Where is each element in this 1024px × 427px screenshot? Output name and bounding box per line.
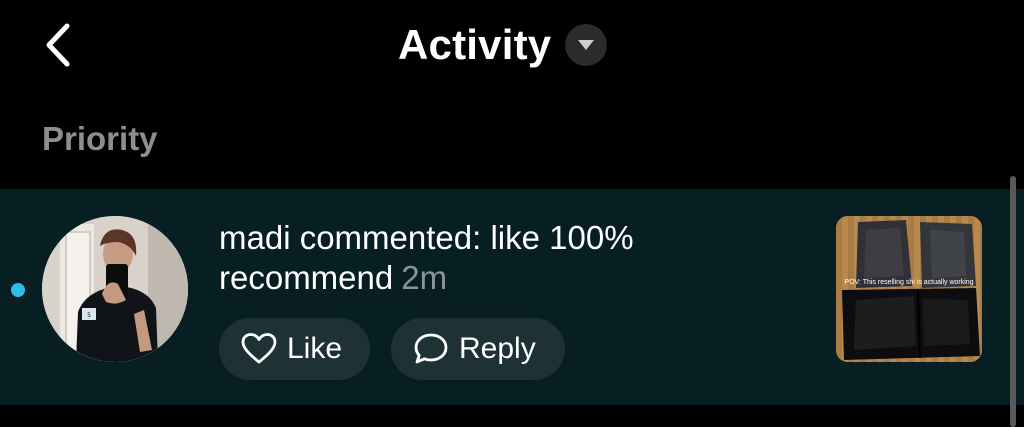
caret-down-icon [578, 40, 595, 50]
thumbnail-caption: POV: This reselling shi is actually work… [844, 279, 974, 286]
post-thumbnail-image [836, 216, 982, 362]
activity-screen: Activity Priority 5 madi commented: like… [0, 0, 1024, 427]
unread-indicator [11, 283, 25, 297]
reply-label: Reply [459, 332, 536, 365]
section-heading: Priority [42, 120, 158, 157]
like-button[interactable]: Like [219, 318, 370, 380]
svg-text:5: 5 [87, 312, 91, 319]
title-group[interactable]: Activity [398, 18, 608, 72]
comment-bubble-icon [414, 333, 448, 364]
page-title: Activity [398, 21, 552, 68]
reply-button[interactable]: Reply [391, 318, 565, 380]
notification-text: madi commented: like 100% recommend 2m [219, 218, 779, 298]
header: Activity [0, 0, 1024, 90]
like-label: Like [287, 332, 343, 365]
post-thumbnail[interactable]: POV: This reselling shi is actually work… [836, 216, 982, 362]
scrollbar[interactable] [1010, 176, 1016, 427]
user-avatar: 5 [42, 216, 188, 362]
title-dropdown-button[interactable] [565, 24, 608, 66]
back-button[interactable] [36, 20, 80, 70]
chevron-left-icon [46, 23, 70, 67]
avatar[interactable]: 5 [42, 216, 188, 362]
heart-icon [241, 333, 277, 364]
notification-time: 2m [401, 259, 448, 296]
